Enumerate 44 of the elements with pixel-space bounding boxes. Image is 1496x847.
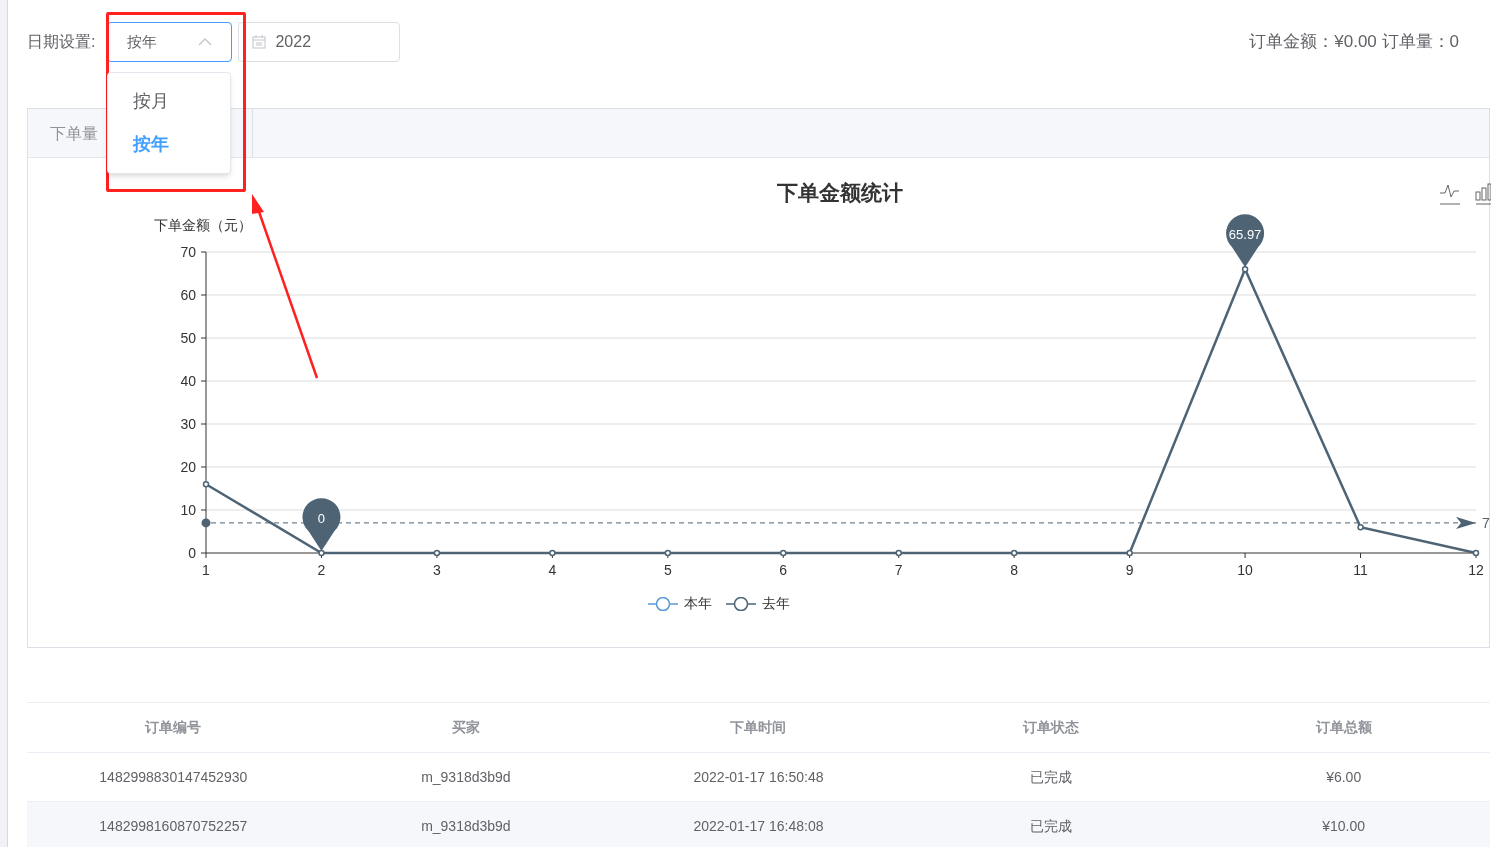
column-header: 订单状态 <box>1021 718 1081 737</box>
chart-title: 下单金额统计 <box>777 181 903 204</box>
table-cell-text: 2022-01-17 16:48:08 <box>692 816 825 836</box>
table-cell-text: 已完成 <box>1029 816 1074 836</box>
y-tick-label: 10 <box>180 502 196 518</box>
x-tick-label: 4 <box>548 562 557 578</box>
y-axis-title: 下单金额（元） <box>154 217 252 233</box>
x-tick-label: 1 <box>202 562 210 578</box>
x-tick-label: 8 <box>1010 562 1019 578</box>
legend-label: 去年 <box>761 594 790 613</box>
column-header: 订单编号 <box>143 718 203 737</box>
x-tick-label: 10 <box>1237 562 1253 578</box>
table-cell-text: m_9318d3b9d <box>420 816 512 836</box>
column-header: 订单总额 <box>1314 718 1373 737</box>
x-tick-label: 7 <box>894 562 903 578</box>
order-summary: 订单金额：¥0.00 订单量：0 <box>1249 31 1459 54</box>
column-header: 买家 <box>450 718 481 737</box>
table-cell-text: 已完成 <box>1029 767 1074 787</box>
x-tick-label: 5 <box>663 562 672 578</box>
table-cell-text: ¥6.00 <box>1325 767 1363 787</box>
marker-label: 65.97 <box>1228 227 1262 243</box>
x-tick-label: 3 <box>433 562 441 578</box>
average-label: 7 <box>1482 514 1490 531</box>
filter-label: 日期设置: <box>27 32 96 52</box>
table-cell-text: 1482998160870752257 <box>98 816 249 836</box>
x-tick-label: 9 <box>1125 562 1134 578</box>
column-header: 下单时间 <box>729 718 788 737</box>
table-cell-text: ¥10.00 <box>1321 816 1367 836</box>
y-tick-label: 20 <box>180 459 196 475</box>
y-tick-label: 40 <box>180 373 196 389</box>
y-tick-label: 60 <box>180 287 196 303</box>
table-cell-text: 2022-01-17 16:50:48 <box>692 767 825 787</box>
y-tick-label: 50 <box>180 330 196 346</box>
x-tick-label: 6 <box>779 562 788 578</box>
x-tick-label: 11 <box>1353 562 1368 578</box>
table-cell-text: 1482998830147452930 <box>98 767 249 787</box>
x-tick-label: 2 <box>317 562 326 578</box>
x-tick-label: 12 <box>1468 562 1484 578</box>
legend-label: 本年 <box>683 594 712 613</box>
marker-label: 0 <box>317 511 326 526</box>
y-tick-label: 70 <box>180 244 196 260</box>
y-tick-label: 30 <box>180 416 196 432</box>
y-tick-label: 0 <box>188 545 196 561</box>
table-cell-text: m_9318d3b9d <box>420 767 512 787</box>
